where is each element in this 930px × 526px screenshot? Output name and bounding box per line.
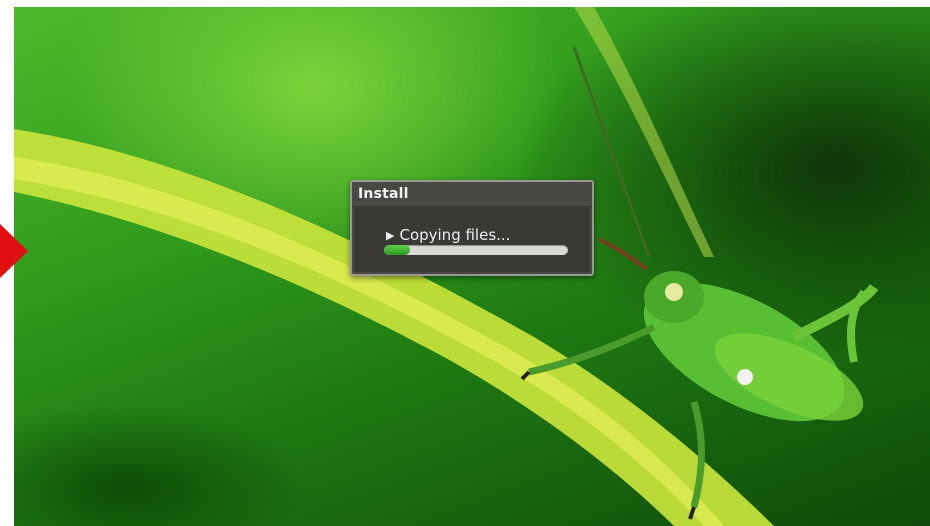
install-dialog[interactable]: Install ▶ Copying files... — [350, 180, 594, 276]
dialog-title: Install — [358, 186, 409, 202]
red-arrow-marker-icon — [0, 224, 28, 278]
status-line: ▶ Copying files... — [386, 226, 510, 244]
status-text: Copying files... — [399, 226, 511, 244]
progress-bar — [384, 245, 568, 255]
play-triangle-icon: ▶ — [386, 229, 395, 242]
insect-antenna-base — [598, 237, 648, 271]
progress-fill — [384, 245, 410, 255]
leaf-stem-top — [574, 7, 714, 257]
